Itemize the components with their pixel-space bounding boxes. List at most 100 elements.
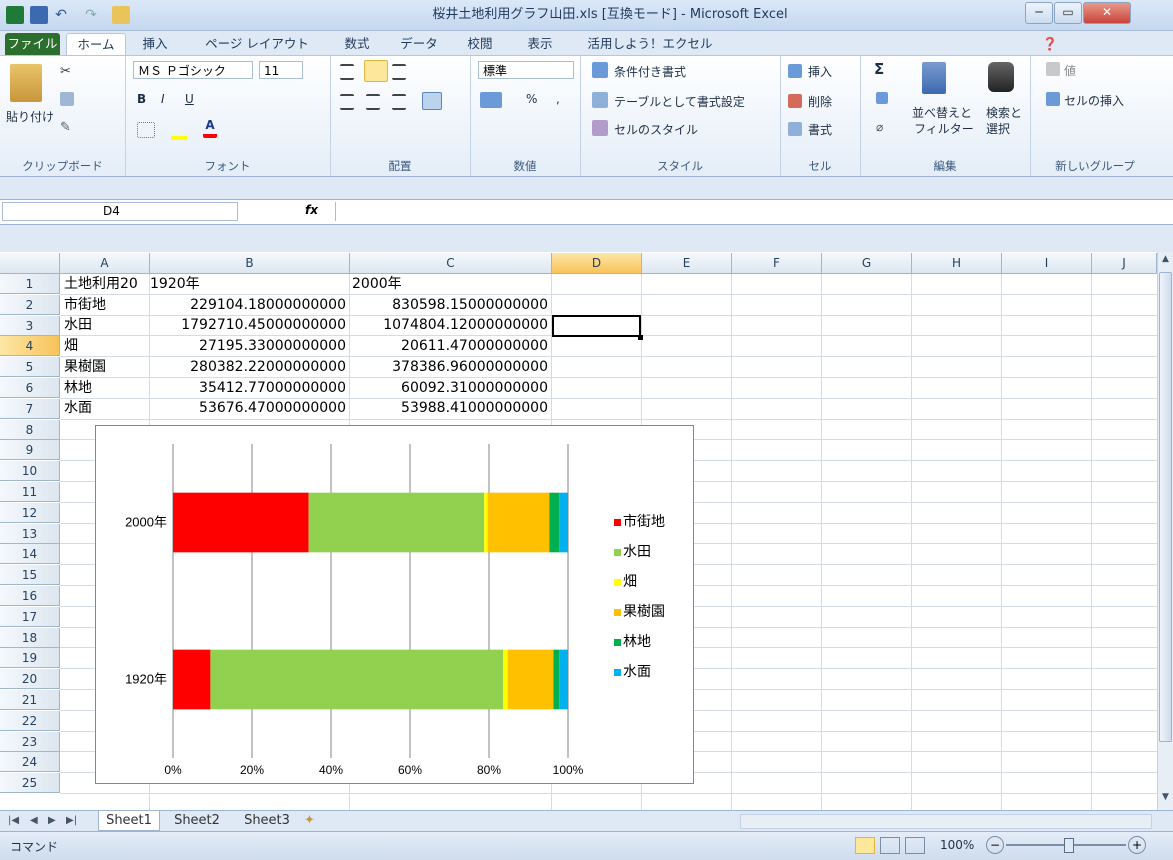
font-size-combo[interactable]: 11 <box>259 61 303 79</box>
italic-button[interactable]: I <box>161 92 165 106</box>
cell-B5[interactable]: 280382.22000000000 <box>150 357 346 377</box>
tab-insert[interactable]: 挿入 <box>130 33 180 55</box>
fill-color-icon[interactable] <box>171 120 187 140</box>
last-sheet-icon[interactable]: ▶| <box>66 811 77 830</box>
find-select-icon[interactable] <box>988 62 1014 92</box>
cell-A2[interactable]: 市街地 <box>64 295 150 315</box>
column-header-I[interactable]: I <box>1002 253 1092 273</box>
cell-C2[interactable]: 830598.15000000000 <box>352 295 548 315</box>
save-icon[interactable] <box>30 6 48 24</box>
row-header-24[interactable]: 24 <box>0 752 60 773</box>
fill-icon[interactable] <box>876 92 888 104</box>
cell-B1[interactable]: 1920年 <box>150 274 346 294</box>
name-box[interactable]: D4 <box>2 202 238 221</box>
align-bottom-icon[interactable] <box>392 64 406 80</box>
filter-label[interactable]: フィルター <box>914 120 974 137</box>
cell-A1[interactable]: 土地利用20 <box>64 274 150 294</box>
cell-A6[interactable]: 林地 <box>64 378 150 398</box>
cell-C4[interactable]: 20611.47000000000 <box>352 336 548 356</box>
tab-view[interactable]: 表示 <box>515 33 565 55</box>
cell-C1[interactable]: 2000年 <box>352 274 548 294</box>
row-header-13[interactable]: 13 <box>0 523 60 544</box>
sheet-tab-sheet1[interactable]: Sheet1 <box>98 811 160 831</box>
sort-filter-icon[interactable] <box>922 62 946 94</box>
minimize-button[interactable]: ─ <box>1025 2 1053 24</box>
row-header-12[interactable]: 12 <box>0 502 60 523</box>
undo-icon[interactable]: ↶ <box>52 6 70 24</box>
format-table-button[interactable]: テーブルとして書式設定 <box>614 93 745 110</box>
row-header-16[interactable]: 16 <box>0 586 60 606</box>
column-header-H[interactable]: H <box>912 253 1002 273</box>
row-header-5[interactable]: 5 <box>0 357 60 378</box>
copy-icon[interactable] <box>60 92 74 106</box>
fx-icon[interactable]: fx <box>305 203 318 217</box>
zoom-out-icon[interactable]: − <box>986 836 1004 854</box>
cell-C5[interactable]: 378386.96000000000 <box>352 357 548 377</box>
paste-values-button[interactable]: 値 <box>1064 62 1076 79</box>
row-header-6[interactable]: 6 <box>0 378 60 398</box>
percent-button[interactable]: % <box>526 92 537 106</box>
sort-label[interactable]: 並べ替えと <box>912 104 972 121</box>
cell-B6[interactable]: 35412.77000000000 <box>150 378 346 398</box>
comma-button[interactable]: , <box>556 92 560 106</box>
normal-view-icon[interactable] <box>855 837 875 854</box>
cell-B3[interactable]: 1792710.45000000000 <box>150 315 346 335</box>
row-header-1[interactable]: 1 <box>0 274 60 294</box>
column-header-D[interactable]: D <box>552 253 642 273</box>
tab-data[interactable]: データ <box>389 33 449 55</box>
row-header-23[interactable]: 23 <box>0 731 60 752</box>
row-header-9[interactable]: 9 <box>0 440 60 461</box>
align-right-icon[interactable] <box>392 94 406 110</box>
scroll-down-icon[interactable]: ▼ <box>1159 792 1172 806</box>
column-header-A[interactable]: A <box>60 253 150 273</box>
autosum-button[interactable]: Σ <box>874 60 884 78</box>
select-all-corner[interactable] <box>0 253 60 273</box>
insert-sheet-icon[interactable]: ✦ <box>304 811 315 830</box>
prev-sheet-icon[interactable]: ◀ <box>30 811 38 830</box>
active-cell-cursor[interactable] <box>552 315 641 337</box>
cell-C7[interactable]: 53988.41000000000 <box>352 398 548 418</box>
row-header-3[interactable]: 3 <box>0 315 60 336</box>
chart-area[interactable]: 0% 20% 40% 60% 80% 100% 2000年 1920年 市街地 水田畑果樹園 林地水… <box>95 425 694 784</box>
sheet-tab-sheet2[interactable]: Sheet2 <box>166 811 228 830</box>
column-header-J[interactable]: J <box>1092 253 1157 273</box>
find-label[interactable]: 検索と <box>986 104 1022 121</box>
tab-file[interactable]: ファイル <box>5 33 60 55</box>
conditional-format-icon[interactable] <box>592 62 608 78</box>
merge-center-icon[interactable] <box>422 92 442 110</box>
row-header-18[interactable]: 18 <box>0 627 60 648</box>
row-header-8[interactable]: 8 <box>0 419 60 440</box>
font-color-icon[interactable]: A <box>203 118 217 138</box>
zoom-slider-thumb[interactable] <box>1064 838 1074 853</box>
align-middle-icon[interactable] <box>364 60 388 82</box>
close-button[interactable]: ✕ <box>1083 2 1131 24</box>
tab-page-layout[interactable]: ページ レイアウト <box>187 33 327 55</box>
scroll-up-icon[interactable]: ▲ <box>1159 254 1172 268</box>
row-header-17[interactable]: 17 <box>0 606 60 627</box>
cell-styles-button[interactable]: セルのスタイル <box>614 121 698 138</box>
cell-styles-icon[interactable] <box>592 120 608 136</box>
underline-button[interactable]: U <box>185 92 194 106</box>
open-folder-icon[interactable] <box>112 6 130 24</box>
clear-icon[interactable]: ⌀ <box>876 120 888 134</box>
row-header-22[interactable]: 22 <box>0 710 60 731</box>
row-header-4[interactable]: 4 <box>0 336 60 357</box>
cell-C6[interactable]: 60092.31000000000 <box>352 378 548 398</box>
format-cells-button[interactable]: 書式 <box>808 121 832 138</box>
row-header-15[interactable]: 15 <box>0 565 60 586</box>
redo-icon[interactable]: ↷ <box>82 6 100 24</box>
font-name-combo[interactable]: ＭＳ Ｐゴシック <box>133 61 253 79</box>
column-header-B[interactable]: B <box>150 253 350 273</box>
tab-custom[interactable]: 活用しよう！エクセル <box>575 33 725 55</box>
border-icon[interactable] <box>137 122 155 138</box>
paste-label[interactable]: 貼り付け <box>6 108 54 125</box>
row-header-2[interactable]: 2 <box>0 294 60 315</box>
format-table-icon[interactable] <box>592 92 608 108</box>
align-center-icon[interactable] <box>366 94 380 110</box>
row-header-21[interactable]: 21 <box>0 690 60 710</box>
cell-B2[interactable]: 229104.18000000000 <box>150 295 346 315</box>
vertical-scrollbar[interactable]: ▲ ▼ <box>1157 252 1173 810</box>
formula-input[interactable] <box>335 202 1156 221</box>
cell-A4[interactable]: 畑 <box>64 336 150 356</box>
column-header-G[interactable]: G <box>822 253 912 273</box>
